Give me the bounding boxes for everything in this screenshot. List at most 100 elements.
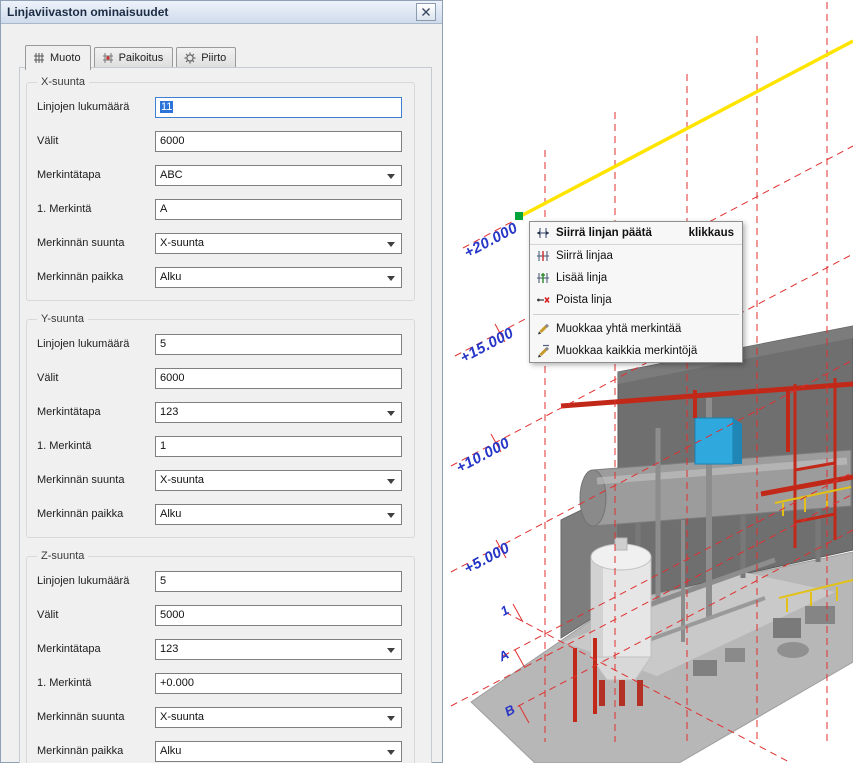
field-label: Merkintätapa	[37, 643, 155, 655]
group-x-direction: X-suunta Linjojen lukumäärä 11 Välit 600…	[26, 76, 415, 301]
x-label-type-select[interactable]: ABC	[155, 165, 402, 186]
field-value: 6000	[160, 135, 184, 147]
y-label-type-select[interactable]: 123	[155, 402, 402, 423]
x-spacing-input[interactable]: 6000	[155, 131, 402, 152]
field-row: Merkinnän paikka Alku	[37, 497, 404, 531]
model-viewport[interactable]: +20.000 +15.000 +10.000 +5.000 1 A B Sii…	[443, 0, 853, 763]
field-row: Linjojen lukumäärä 5	[37, 564, 404, 598]
y-label-position-select[interactable]: Alku	[155, 504, 402, 525]
menu-item-delete-line[interactable]: Poista linja	[530, 289, 742, 311]
grid-properties-dialog: Linjaviivaston ominaisuudet Muoto	[0, 0, 443, 763]
group-legend: Z-suunta	[37, 550, 88, 562]
field-value: 5	[160, 338, 166, 350]
field-label: Linjojen lukumäärä	[37, 101, 155, 113]
group-legend: Y-suunta	[37, 313, 88, 325]
field-row: Linjojen lukumäärä 5	[37, 327, 404, 361]
menu-item-label: Siirrä linjaa	[556, 250, 613, 262]
menu-item-move-line[interactable]: Siirrä linjaa	[530, 245, 742, 267]
field-value: X-suunta	[160, 711, 204, 723]
x-label-position-select[interactable]: Alku	[155, 267, 402, 288]
tab-page-muoto: X-suunta Linjojen lukumäärä 11 Välit 600…	[19, 67, 432, 763]
chevron-down-icon	[387, 513, 395, 518]
grid-line-context-menu: Siirrä linjan päätä klikkaus Siirrä linj…	[529, 221, 743, 363]
chevron-down-icon	[387, 242, 395, 247]
tab-muoto[interactable]: Muoto	[25, 45, 91, 70]
menu-separator	[533, 314, 739, 315]
field-row: Merkinnän suunta X-suunta	[37, 700, 404, 734]
menu-item-edit-one-label[interactable]: Muokkaa yhtä merkintää	[530, 318, 742, 340]
chevron-down-icon	[387, 648, 395, 653]
selected-grid-line[interactable]	[515, 41, 853, 220]
field-label: Linjojen lukumäärä	[37, 338, 155, 350]
edit-one-label-icon	[536, 322, 550, 336]
context-menu-title: Siirrä linjan päätä	[556, 227, 652, 239]
application-window: Linjaviivaston ominaisuudet Muoto	[0, 0, 853, 763]
field-row: Välit 6000	[37, 361, 404, 395]
field-row: Merkinnän suunta X-suunta	[37, 226, 404, 260]
y-first-label-input[interactable]: 1	[155, 436, 402, 457]
z-label-direction-select[interactable]: X-suunta	[155, 707, 402, 728]
chevron-down-icon	[387, 276, 395, 281]
menu-item-label: Lisää linja	[556, 272, 607, 284]
field-label: Merkinnän suunta	[37, 474, 155, 486]
x-lines-count-input[interactable]: 11	[155, 97, 402, 118]
field-value: 123	[160, 406, 178, 418]
group-z-direction: Z-suunta Linjojen lukumäärä 5 Välit 5000…	[26, 550, 415, 763]
field-label: Linjojen lukumäärä	[37, 575, 155, 587]
z-label-type-select[interactable]: 123	[155, 639, 402, 660]
x-first-label-input[interactable]: A	[155, 199, 402, 220]
chevron-down-icon	[387, 750, 395, 755]
field-label: 1. Merkintä	[37, 677, 155, 689]
move-line-end-icon	[536, 226, 550, 240]
shape-grid-icon	[33, 52, 45, 64]
field-value: 123	[160, 643, 178, 655]
chevron-down-icon	[387, 411, 395, 416]
z-spacing-input[interactable]: 5000	[155, 605, 402, 626]
chevron-down-icon	[387, 479, 395, 484]
field-row: Linjojen lukumäärä 11	[37, 90, 404, 124]
field-value: X-suunta	[160, 474, 204, 486]
field-label: Merkinnän paikka	[37, 745, 155, 757]
field-label: Välit	[37, 135, 155, 147]
tab-piirto[interactable]: Piirto	[176, 47, 236, 69]
gear-icon	[184, 52, 196, 64]
menu-item-edit-all-labels[interactable]: Muokkaa kaikkia merkintöjä	[530, 340, 742, 362]
placement-grid-icon	[102, 52, 114, 64]
z-label-position-select[interactable]: Alku	[155, 741, 402, 762]
x-label-direction-select[interactable]: X-suunta	[155, 233, 402, 254]
y-lines-count-input[interactable]: 5	[155, 334, 402, 355]
close-button[interactable]	[416, 3, 436, 21]
tab-paikoitus[interactable]: Paikoitus	[94, 47, 174, 69]
model-geometry[interactable]	[471, 326, 853, 763]
chevron-down-icon	[387, 174, 395, 179]
field-row: Välit 6000	[37, 124, 404, 158]
chevron-down-icon	[387, 716, 395, 721]
field-value: A	[160, 203, 167, 215]
edit-all-labels-icon	[536, 344, 550, 358]
field-row: 1. Merkintä +0.000	[37, 666, 404, 700]
field-value: Alku	[160, 745, 181, 757]
delete-line-icon	[536, 293, 550, 307]
z-lines-count-input[interactable]: 5	[155, 571, 402, 592]
context-menu-header: Siirrä linjan päätä klikkaus	[530, 222, 742, 245]
field-label: 1. Merkintä	[37, 440, 155, 452]
group-y-direction: Y-suunta Linjojen lukumäärä 5 Välit 6000…	[26, 313, 415, 538]
field-label: Merkintätapa	[37, 406, 155, 418]
field-label: Merkinnän paikka	[37, 271, 155, 283]
field-row: Välit 5000	[37, 598, 404, 632]
z-first-label-input[interactable]: +0.000	[155, 673, 402, 694]
group-legend: X-suunta	[37, 76, 89, 88]
field-label: Välit	[37, 609, 155, 621]
field-value: Alku	[160, 271, 181, 283]
field-row: Merkintätapa 123	[37, 632, 404, 666]
menu-item-label: Muokkaa yhtä merkintää	[556, 323, 681, 335]
menu-item-add-line[interactable]: Lisää linja	[530, 267, 742, 289]
y-label-direction-select[interactable]: X-suunta	[155, 470, 402, 491]
y-spacing-input[interactable]: 6000	[155, 368, 402, 389]
menu-item-label: Muokkaa kaikkia merkintöjä	[556, 345, 697, 357]
tab-label: Paikoitus	[119, 52, 164, 64]
field-value: ABC	[160, 169, 183, 181]
field-row: Merkintätapa ABC	[37, 158, 404, 192]
dialog-titlebar[interactable]: Linjaviivaston ominaisuudet	[1, 1, 442, 24]
close-icon	[421, 7, 431, 17]
